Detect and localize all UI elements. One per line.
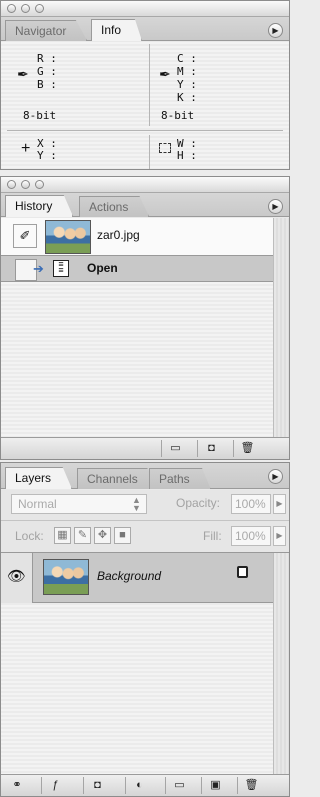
blend-stepper-icon: ▲ ▼ [132, 495, 141, 513]
info-divider-vertical [149, 44, 150, 126]
info-palette-titlebar[interactable] [1, 1, 289, 17]
history-scrollbar[interactable] [273, 218, 289, 437]
y-coord-label: Y : [37, 149, 57, 162]
history-brush-icon[interactable]: ✐ [13, 224, 37, 248]
bit-depth-left: 8-bit [23, 109, 57, 122]
bit-depth-right: 8-bit [161, 109, 195, 122]
b-label: B : [37, 78, 57, 91]
link-layers-icon[interactable]: ⚭ [3, 777, 31, 794]
new-snapshot-icon[interactable]: ◘ [197, 440, 225, 457]
history-state-name: Open [87, 261, 118, 275]
h-label: H : [177, 149, 197, 162]
info-divider-horizontal [7, 130, 283, 131]
tab-history[interactable]: History [5, 195, 74, 217]
tab-info[interactable]: Info [91, 19, 143, 41]
layer-row-background[interactable]: 👁 Background [1, 553, 273, 603]
opacity-slider-arrow[interactable]: ▶ [273, 494, 286, 514]
panel-menu-icon[interactable]: ▶ [268, 199, 283, 214]
history-palette: History Actions ▶ ✐ zar0.jpg ➔ ≡ ≡ Open ▭… [0, 176, 290, 460]
opacity-label: Opacity: [176, 496, 221, 510]
zoom-icon[interactable] [35, 4, 44, 13]
fill-label: Fill: [203, 529, 222, 543]
wh-labels: W : H : [177, 138, 197, 162]
selection-size-icon [159, 143, 171, 153]
trash-icon[interactable]: 🗑 [237, 777, 265, 794]
lock-transparent-icon[interactable]: ▦ [54, 527, 71, 544]
xy-labels: X : Y : [37, 138, 57, 162]
lock-image-icon[interactable]: ✎ [74, 527, 91, 544]
new-group-icon[interactable]: ▭ [165, 777, 193, 794]
y-label: Y : [177, 78, 197, 91]
tab-channels[interactable]: Channels [77, 468, 159, 489]
layers-scrollbar[interactable] [273, 553, 289, 774]
layer-style-icon[interactable]: ƒ [41, 777, 69, 794]
eye-icon[interactable]: 👁 [1, 553, 33, 603]
snapshot-name: zar0.jpg [97, 228, 140, 242]
history-palette-tabs: History Actions ▶ [1, 193, 289, 217]
minimize-icon[interactable] [21, 4, 30, 13]
eyedropper-icon: ✒ [17, 66, 29, 82]
layers-options: Normal ▲ ▼ Opacity: 100% ▶ Lock: ▦ ✎ ✥ ■ … [1, 490, 289, 552]
rgb-labels: R : G : B : [37, 52, 57, 91]
options-divider [1, 520, 289, 521]
k-label: K : [177, 91, 197, 104]
info-palette: Navigator Info ▶ ✒ R : G : B : 8-bit ✒ C… [0, 0, 290, 170]
layers-list: 👁 Background [1, 552, 289, 774]
new-layer-icon[interactable]: ▣ [201, 777, 229, 794]
layers-bottom-bar: ⚭ ƒ ◘ ◐ ▭ ▣ 🗑 [1, 774, 289, 796]
history-snapshot-row[interactable]: ✐ zar0.jpg [1, 218, 273, 256]
layers-palette-tabs: Layers Channels Paths ▶ [1, 463, 289, 489]
history-state-arrow-icon: ➔ [33, 261, 44, 276]
history-list: ✐ zar0.jpg ➔ ≡ ≡ Open [1, 218, 289, 437]
document-icon: ≡ ≡ [53, 260, 69, 277]
tab-navigator[interactable]: Navigator [5, 20, 88, 41]
blend-mode-select[interactable]: Normal [11, 494, 147, 514]
c-label: C : [177, 52, 197, 65]
layers-palette: Layers Channels Paths ▶ Normal ▲ ▼ Opacit… [0, 462, 290, 797]
eyedropper-icon: ✒ [159, 66, 171, 82]
close-icon[interactable] [7, 180, 16, 189]
panel-menu-icon[interactable]: ▶ [268, 469, 283, 484]
history-state-row[interactable]: ➔ ≡ ≡ Open [1, 256, 273, 282]
fill-input[interactable]: 100% [231, 526, 271, 546]
tab-layers[interactable]: Layers [5, 467, 73, 489]
trash-icon[interactable]: 🗑 [233, 440, 261, 457]
layer-name: Background [97, 569, 162, 583]
close-icon[interactable] [7, 4, 16, 13]
r-label: R : [37, 52, 57, 65]
lock-label: Lock: [15, 529, 44, 543]
tab-actions[interactable]: Actions [79, 196, 150, 217]
new-document-from-state-icon[interactable]: ▭ [161, 440, 189, 457]
g-label: G : [37, 65, 57, 78]
m-label: M : [177, 65, 197, 78]
info-divider-vertical-2 [149, 135, 150, 169]
history-palette-titlebar[interactable] [1, 177, 289, 193]
layer-thumbnail [43, 559, 89, 595]
tab-paths[interactable]: Paths [149, 468, 211, 489]
zoom-icon[interactable] [35, 180, 44, 189]
lock-all-icon[interactable]: ■ [114, 527, 131, 544]
fill-slider-arrow[interactable]: ▶ [273, 526, 286, 546]
adjustment-layer-icon[interactable]: ◐ [125, 777, 153, 794]
crosshair-icon: + [21, 140, 31, 157]
cmyk-labels: C : M : Y : K : [177, 52, 197, 104]
layer-mask-icon[interactable]: ◘ [83, 777, 111, 794]
lock-icon [237, 566, 248, 578]
info-palette-tabs: Navigator Info ▶ [1, 17, 289, 41]
history-bottom-bar: ▭ ◘ 🗑 [1, 437, 289, 459]
lock-position-icon[interactable]: ✥ [94, 527, 111, 544]
opacity-input[interactable]: 100% [231, 494, 271, 514]
snapshot-thumbnail [45, 220, 91, 254]
panel-menu-icon[interactable]: ▶ [268, 23, 283, 38]
minimize-icon[interactable] [21, 180, 30, 189]
info-content: ✒ R : G : B : 8-bit ✒ C : M : Y : K : 8-… [1, 42, 289, 169]
